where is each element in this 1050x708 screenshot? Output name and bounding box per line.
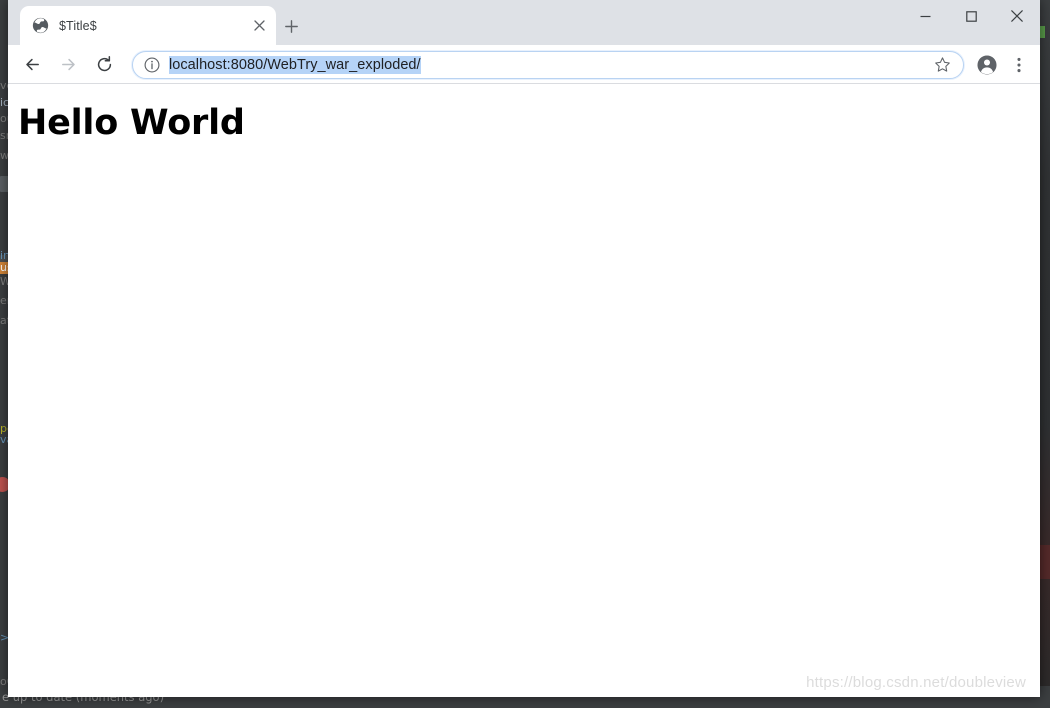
bookmark-star-icon[interactable] [931,54,953,76]
globe-icon [32,17,49,34]
window-minimize-button[interactable] [902,0,948,32]
address-bar-url[interactable]: localhost:8080/WebTry_war_exploded/ [169,55,421,74]
arrow-right-icon [61,58,75,71]
plus-icon [284,19,298,33]
three-dots-vertical-icon [1017,57,1021,72]
chrome-menu-button[interactable] [1004,50,1034,80]
maximize-icon [965,10,977,22]
info-circle-icon[interactable] [143,56,161,74]
window-close-button[interactable] [994,0,1040,32]
watermark-text: https://blog.csdn.net/doubleview [806,674,1026,691]
profile-button[interactable] [972,50,1002,80]
close-icon [253,20,265,31]
browser-tab-active[interactable]: $Title$ [20,6,276,45]
new-tab-button[interactable] [278,13,304,39]
browser-window: $Title$ localhost:8080/WebTry_war_explod… [8,0,1040,697]
window-controls [902,0,1040,32]
close-icon [1011,10,1023,22]
arrow-left-icon [25,58,39,71]
tab-strip: $Title$ [8,0,1040,45]
site-info-icon [144,57,160,72]
minimize-icon [920,15,930,17]
forward-button[interactable] [53,50,83,80]
star-icon [934,57,950,72]
tab-close-icon[interactable] [250,17,268,35]
page-content: Hello World https://blog.csdn.net/double… [8,84,1040,697]
reload-button[interactable] [89,50,119,80]
tab-title: $Title$ [59,18,97,33]
account-circle-icon [977,54,997,75]
reload-icon [97,56,111,72]
window-maximize-button[interactable] [948,0,994,32]
screen-root: ve ic ou sr w in us W er at pe va > oC e… [0,0,1050,708]
page-heading: Hello World [18,103,245,143]
back-button[interactable] [17,50,47,80]
browser-toolbar: localhost:8080/WebTry_war_exploded/ [8,45,1040,84]
address-bar[interactable]: localhost:8080/WebTry_war_exploded/ [132,50,964,79]
